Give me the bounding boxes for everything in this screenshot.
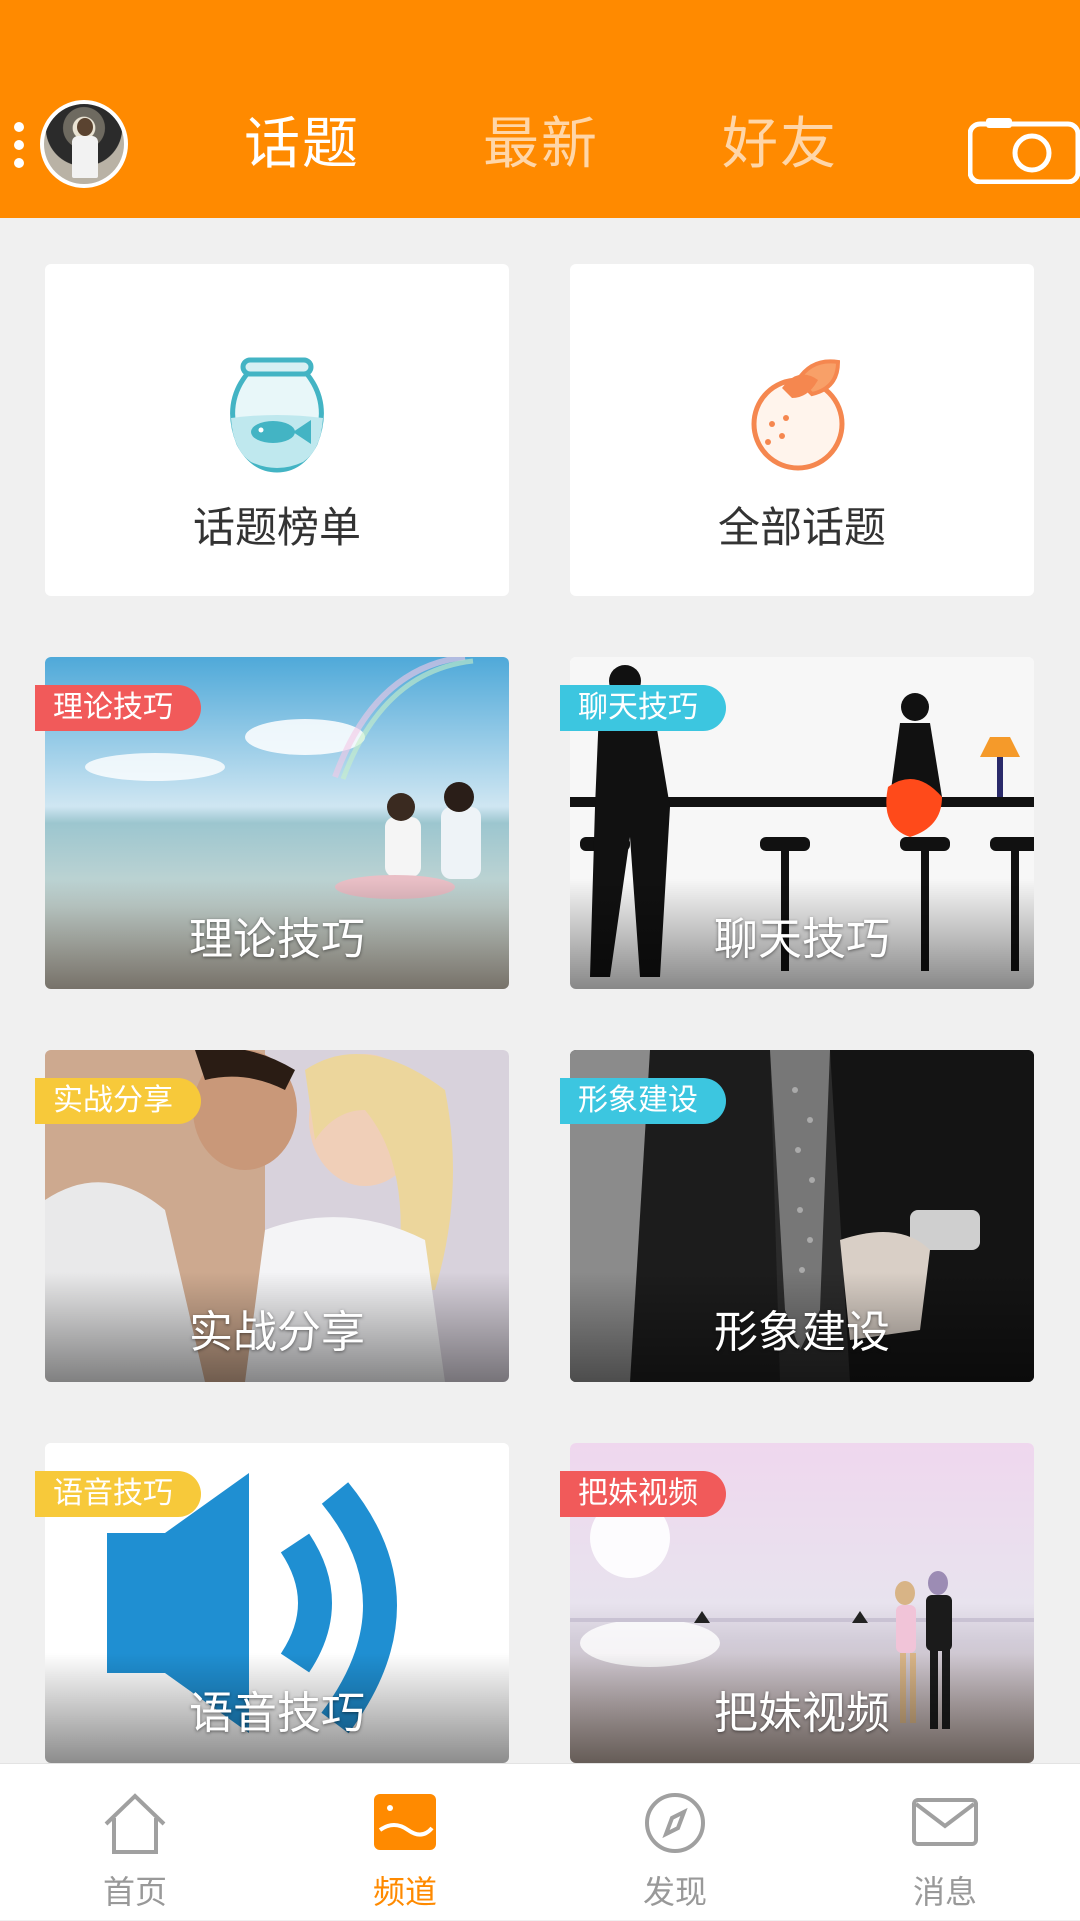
card-title: 形象建设 (714, 1307, 890, 1358)
card-title: 语音技巧 (189, 1688, 365, 1739)
mail-icon (912, 1798, 978, 1846)
category-tag: 形象建设 (560, 1078, 726, 1124)
nav-discover[interactable]: 发现 (540, 1764, 810, 1921)
nav-label: 发现 (642, 1873, 707, 1911)
topic-ranking-card[interactable]: 话题榜单 (45, 264, 509, 596)
category-tag: 把妹视频 (560, 1471, 726, 1517)
tab-latest[interactable]: 最新 (483, 110, 599, 180)
channel-icon (374, 1794, 436, 1850)
tab-friends[interactable]: 好友 (722, 110, 838, 180)
bottom-nav: 首页 频道 发现 消息 (0, 1763, 1080, 1920)
category-tag: 理论技巧 (35, 685, 201, 731)
card-title: 聊天技巧 (714, 914, 890, 965)
card-title: 把妹视频 (714, 1688, 890, 1739)
nav-tabs: 话题 最新 好友 (0, 0, 1080, 218)
top-header: 话题 最新 好友 (0, 0, 1080, 218)
compass-icon (645, 1793, 705, 1853)
camera-icon[interactable] (968, 116, 1080, 184)
card-title: 实战分享 (189, 1307, 365, 1358)
nav-home[interactable]: 首页 (0, 1764, 270, 1921)
home-icon (104, 1793, 166, 1854)
nav-label: 频道 (372, 1873, 437, 1911)
nav-messages[interactable]: 消息 (810, 1764, 1080, 1921)
nav-label: 首页 (102, 1873, 167, 1911)
tab-topics[interactable]: 话题 (244, 110, 360, 180)
orange-icon (751, 359, 845, 471)
topic-ranking-label: 话题榜单 (192, 503, 361, 552)
card-title: 理论技巧 (189, 914, 365, 965)
category-tag: 实战分享 (35, 1078, 201, 1124)
category-tag: 聊天技巧 (560, 685, 726, 731)
nav-channel[interactable]: 频道 (270, 1764, 540, 1921)
fishbowl-icon (230, 357, 324, 473)
all-topics-label: 全部话题 (717, 503, 886, 552)
nav-label: 消息 (912, 1873, 977, 1911)
all-topics-card[interactable]: 全部话题 (570, 264, 1034, 596)
category-tag: 语音技巧 (35, 1471, 201, 1517)
